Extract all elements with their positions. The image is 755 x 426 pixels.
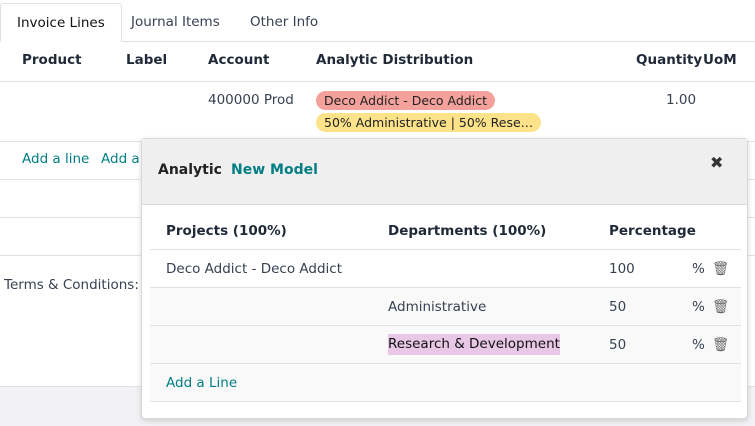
tab-invoice-lines[interactable]: Invoice Lines	[0, 3, 122, 42]
percentage-cell[interactable]: 100	[609, 250, 635, 288]
trash-icon[interactable]: 🗑	[712, 250, 729, 288]
percent-sign: %	[692, 261, 705, 277]
distribution-row[interactable]: Administrative 50 % 🗑	[150, 288, 741, 326]
popup-table-header: Projects (100%) Departments (100%) Perce…	[150, 212, 741, 250]
percent-sign: %	[692, 337, 705, 353]
quantity-cell[interactable]: 1.00	[666, 92, 696, 108]
percent-sign: %	[692, 299, 705, 315]
popup-header: Analytic New Model ✖	[142, 139, 747, 205]
column-analytic[interactable]: Analytic Distribution	[316, 52, 473, 68]
divider	[0, 81, 755, 82]
trash-icon[interactable]: 🗑	[712, 288, 729, 326]
column-uom[interactable]: UoM	[703, 52, 737, 68]
account-cell[interactable]: 400000 Prod	[208, 92, 294, 108]
close-icon[interactable]: ✖	[710, 153, 723, 172]
header-departments: Departments (100%)	[388, 223, 547, 239]
percentage-cell[interactable]: 50	[609, 326, 626, 364]
new-model-link[interactable]: New Model	[231, 162, 318, 178]
department-cell-selected[interactable]: Research & Development	[388, 334, 560, 355]
analytic-distribution-popup: Analytic New Model ✖ Projects (100%) Dep…	[141, 138, 748, 419]
column-account[interactable]: Account	[208, 52, 269, 68]
analytic-tag[interactable]: 50% Administrative | 50% Rese…	[316, 113, 542, 132]
terms-conditions[interactable]: Terms & Conditions: h	[4, 277, 152, 293]
header-percentage: Percentage	[609, 223, 696, 239]
notebook-tabs: Invoice Lines Journal Items Other Info	[0, 0, 755, 42]
department-cell[interactable]: Administrative	[388, 288, 486, 326]
column-quantity[interactable]: Quantity	[636, 52, 702, 68]
tab-other-info[interactable]: Other Info	[234, 3, 334, 42]
tab-journal-items[interactable]: Journal Items	[115, 3, 236, 42]
add-section-link[interactable]: Add a	[101, 151, 140, 167]
add-line-link[interactable]: Add a line	[22, 151, 89, 167]
distribution-row[interactable]: Deco Addict - Deco Addict 100 % 🗑	[150, 250, 741, 288]
analytic-tag[interactable]: Deco Addict - Deco Addict	[316, 91, 495, 110]
project-cell[interactable]: Deco Addict - Deco Addict	[166, 250, 342, 288]
percentage-cell[interactable]: 50	[609, 288, 626, 326]
add-line-row: Add a Line	[150, 364, 741, 402]
column-label[interactable]: Label	[126, 52, 167, 68]
trash-icon[interactable]: 🗑	[712, 326, 729, 364]
popup-title: Analytic	[158, 162, 222, 178]
distribution-row[interactable]: Research & Development 50 % 🗑	[150, 326, 741, 364]
column-product[interactable]: Product	[22, 52, 82, 68]
header-projects: Projects (100%)	[166, 223, 287, 239]
popup-add-line-link[interactable]: Add a Line	[166, 364, 237, 402]
